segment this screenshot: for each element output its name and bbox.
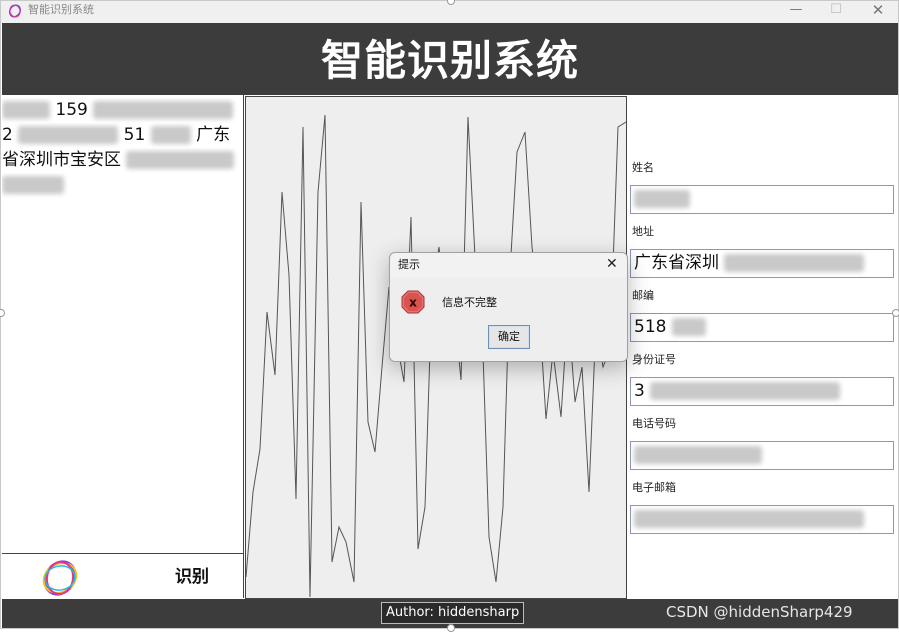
postcode-field-value: 518 [634, 317, 667, 337]
address-field[interactable]: 广东省深圳 [630, 249, 894, 278]
minimize-button[interactable]: — [776, 1, 816, 23]
postcode-field[interactable]: 518 [630, 313, 894, 342]
page-title: 智能识别系统 [320, 36, 579, 85]
redacted-text [724, 254, 865, 272]
message-dialog: 提示 ✕ x 信息不完整 确定 [389, 252, 628, 362]
error-x-icon: x [401, 290, 425, 314]
watermark-text: CSDN @hiddenSharp429 [666, 603, 853, 621]
email-label: 电子邮箱 [632, 481, 676, 494]
ocr-line: 省深圳市宝安区 [2, 148, 242, 173]
action-bar: 识别 [2, 553, 244, 598]
recognize-button[interactable]: 识别 [142, 560, 242, 594]
id-number-field-value: 3 [634, 381, 645, 401]
redacted-text [93, 101, 234, 119]
ok-button[interactable]: 确定 [488, 325, 530, 349]
ocr-line [2, 173, 242, 198]
resize-handle-bottom[interactable] [447, 624, 455, 632]
address-field-value: 广东省深圳 [634, 253, 719, 273]
maximize-button[interactable]: ☐ [816, 1, 856, 23]
name-label: 姓名 [632, 161, 654, 174]
dialog-title: 提示 [398, 258, 420, 271]
redacted-text [634, 510, 864, 528]
dialog-close-button[interactable]: ✕ [606, 256, 618, 272]
email-field[interactable] [630, 505, 894, 534]
ocr-text-fragment: 广东 [196, 125, 231, 145]
ring-logo-icon [42, 560, 78, 596]
phone-label: 电话号码 [632, 417, 676, 430]
author-label: Author: hiddensharp [381, 602, 525, 624]
info-form: 姓名 地址 广东省深圳 邮编 518 身份证号 3 电话号码 电子邮箱 [628, 96, 898, 599]
ocr-result-text[interactable]: 159 2 51 广东 省深圳市宝安区 [2, 98, 242, 198]
app-window: 智能识别系统 — ☐ ✕ 智能识别系统 159 2 51 广东 省深圳市宝安区 [0, 0, 899, 632]
dialog-message: 信息不完整 [442, 296, 497, 309]
redacted-text [150, 126, 191, 144]
ocr-line: 2 51 广东 [2, 123, 242, 148]
postcode-label: 邮编 [632, 289, 654, 302]
ocr-text-fragment: 省深圳市宝安区 [2, 150, 121, 170]
ocr-text-fragment: 159 [55, 100, 88, 120]
redacted-text [2, 101, 50, 119]
ocr-result-panel[interactable]: 159 2 51 广东 省深圳市宝安区 [2, 95, 244, 553]
redacted-text [671, 318, 706, 336]
header-banner: 智能识别系统 [2, 23, 898, 95]
redacted-text [18, 126, 119, 144]
ocr-text-fragment: 51 [123, 125, 146, 145]
redacted-text [634, 190, 690, 208]
id-number-label: 身份证号 [632, 353, 676, 366]
redacted-text [634, 446, 762, 464]
redacted-text [126, 151, 235, 169]
name-field[interactable] [630, 185, 894, 214]
address-label: 地址 [632, 225, 654, 238]
close-window-button[interactable]: ✕ [858, 1, 898, 23]
redacted-text [650, 382, 841, 400]
dialog-body: x 信息不完整 确定 [390, 277, 627, 361]
window-title: 智能识别系统 [28, 3, 94, 16]
id-number-field[interactable]: 3 [630, 377, 894, 406]
resize-handle-right[interactable] [892, 309, 899, 317]
phone-field[interactable] [630, 441, 894, 470]
svg-text:x: x [409, 296, 417, 310]
ocr-text-fragment: 2 [2, 125, 13, 145]
ocr-line: 159 [2, 98, 242, 123]
redacted-text [2, 176, 64, 194]
app-logo-icon [8, 4, 22, 18]
